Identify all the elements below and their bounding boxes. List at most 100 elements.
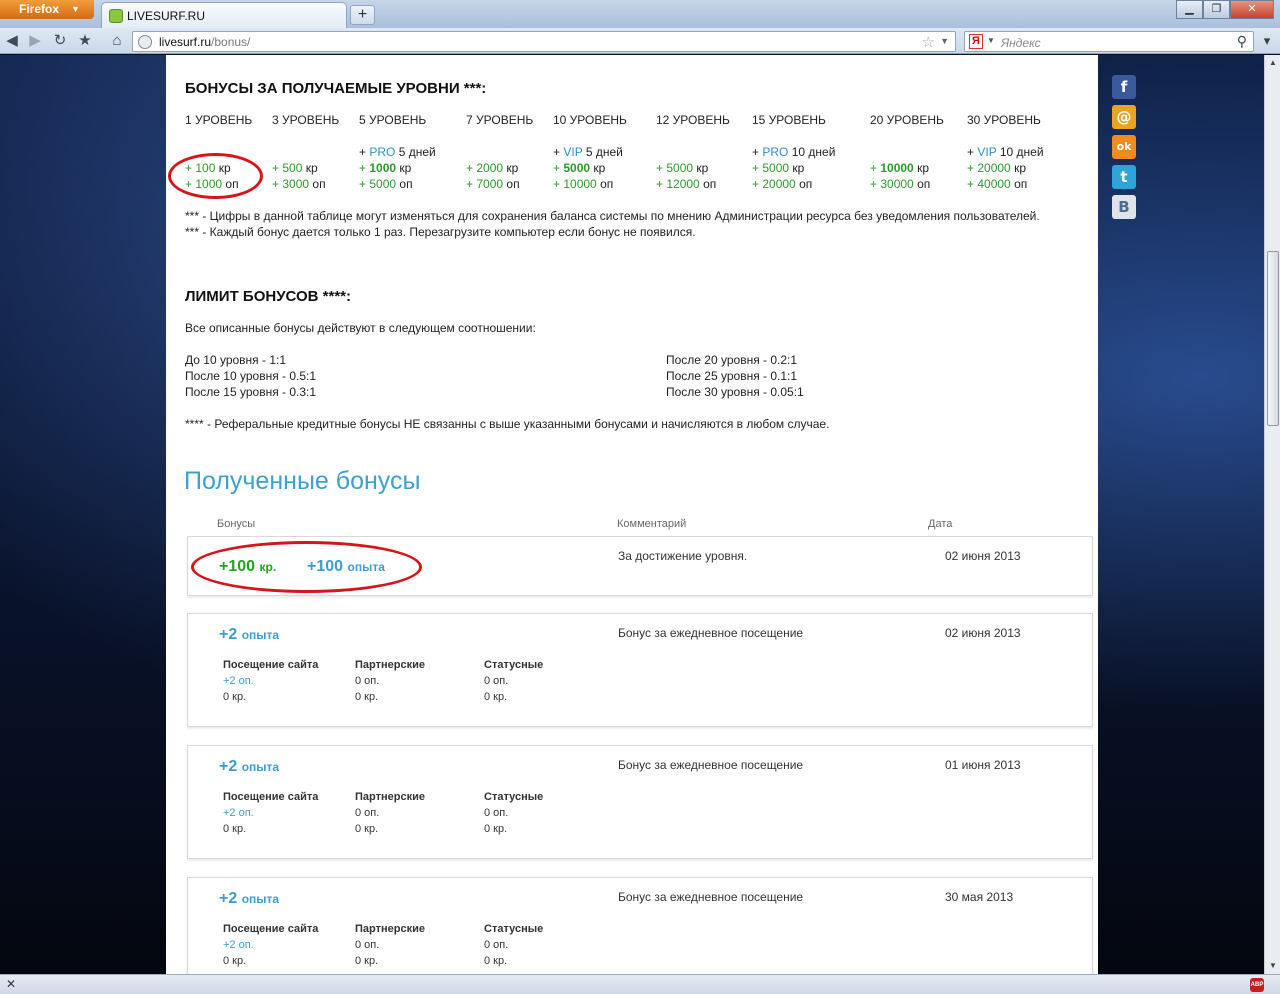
sub-head-visit: Посещение сайта — [223, 923, 319, 935]
bonus-card-daily: +2 опыта Бонус за ежедневное посещение 02 … — [187, 613, 1093, 727]
daily-experience-amount: +2 опыта — [219, 626, 280, 643]
sub-head-status: Статусные — [484, 791, 544, 803]
partner-credits: 0 кр. — [355, 823, 379, 835]
bonus-date: 01 июня 2013 — [945, 758, 1021, 772]
back-icon[interactable]: ◀ — [2, 31, 22, 51]
level-credits-bonus: + 500 кр — [272, 161, 318, 175]
partner-credits: 0 кр. — [355, 691, 379, 703]
home-icon[interactable]: ⌂ — [107, 31, 127, 51]
minimize-icon[interactable]: ▁ — [1176, 0, 1203, 19]
status-experience: 0 оп. — [484, 939, 509, 951]
forward-icon[interactable]: ▶ — [25, 31, 45, 51]
level-credits-bonus: + 2000 кр — [466, 161, 519, 175]
bonus-date: 02 июня 2013 — [945, 549, 1021, 563]
main-content: БОНУСЫ ЗА ПОЛУЧАЕМЫЕ УРОВНИ ***: 1 УРОВЕ… — [166, 55, 1098, 974]
scrollbar-thumb[interactable] — [1267, 251, 1279, 426]
col-head-comment: Комментарий — [617, 518, 687, 530]
firefox-menu-label: Firefox — [19, 2, 60, 16]
mail-ru-icon[interactable]: @ — [1112, 105, 1136, 129]
bonus-comment: Бонус за ежедневное посещение — [618, 758, 804, 772]
navigation-toolbar: ◀ ▶ ↻ ★ ⌂ livesurf.ru/bonus/ ☆ ▼ Я ▼ Янд… — [0, 28, 1280, 54]
search-icon[interactable]: ⚲ — [1237, 33, 1247, 50]
col-head-bonus: Бонусы — [217, 518, 256, 530]
limits-intro: Все описанные бонусы действуют в следующ… — [185, 321, 536, 335]
level-header: 3 УРОВЕНЬ — [272, 113, 340, 127]
facebook-icon[interactable]: f — [1112, 75, 1136, 99]
sub-head-visit: Посещение сайта — [223, 791, 319, 803]
twitter-icon[interactable]: t — [1112, 165, 1136, 189]
partner-experience: 0 оп. — [355, 939, 380, 951]
level-credits-bonus: + 5000 кр — [752, 161, 805, 175]
level-credits-bonus: + 10000 кр — [870, 161, 930, 175]
limit-right-2: После 25 уровня - 0.1:1 — [666, 369, 798, 383]
received-bonuses-title: Полученные бонусы — [184, 467, 421, 495]
scroll-down-icon[interactable]: ▼ — [1265, 958, 1280, 974]
bonus-date: 02 июня 2013 — [945, 626, 1021, 640]
bookmark-star-icon[interactable]: ☆ — [922, 33, 935, 51]
partner-experience: 0 оп. — [355, 807, 380, 819]
bookmarks-icon[interactable]: ★ — [75, 31, 95, 51]
level-header: 15 УРОВЕНЬ — [752, 113, 826, 127]
limit-left-1: До 10 уровня - 1:1 — [185, 353, 287, 367]
address-bar[interactable]: livesurf.ru/bonus/ ☆ ▼ — [132, 31, 956, 52]
window-controls: ▁ ❐ ✕ — [1176, 0, 1274, 19]
level-experience-bonus: + 12000 оп — [656, 177, 717, 191]
level-header: 7 УРОВЕНЬ — [466, 113, 534, 127]
engine-dropdown-icon[interactable]: ▼ — [987, 36, 995, 45]
url-dropdown-icon[interactable]: ▼ — [940, 36, 949, 46]
new-tab-button[interactable]: + — [350, 5, 375, 25]
vertical-scrollbar[interactable]: ▲ ▼ — [1264, 55, 1280, 974]
visit-credits: 0 кр. — [223, 691, 247, 703]
bonus-card-daily: +2 опыта Бонус за ежедневное посещение 01 … — [187, 745, 1093, 859]
odnoklassniki-icon[interactable]: ok — [1112, 135, 1136, 159]
search-field[interactable]: Я ▼ Яндекс ⚲ — [964, 31, 1254, 52]
limits-title: ЛИМИТ БОНУСОВ ****: — [185, 288, 351, 305]
tab-livesurf[interactable]: LIVESURF.RU — [101, 2, 347, 28]
visit-experience: +2 оп. — [223, 675, 254, 687]
level-header: 20 УРОВЕНЬ — [870, 113, 944, 127]
level-status-bonus: + VIP 5 дней — [553, 145, 623, 159]
status-credits: 0 кр. — [484, 823, 508, 835]
sub-head-partner: Партнерские — [355, 923, 425, 935]
firefox-menu-button[interactable]: Firefox ▼ — [0, 0, 94, 19]
scroll-up-icon[interactable]: ▲ — [1265, 55, 1280, 71]
visit-credits: 0 кр. — [223, 955, 247, 967]
level-experience-bonus: + 10000 оп — [553, 177, 614, 191]
sub-head-partner: Партнерские — [355, 791, 425, 803]
yandex-engine-icon[interactable]: Я — [969, 34, 983, 49]
maximize-icon[interactable]: ❐ — [1203, 0, 1230, 19]
vkontakte-icon[interactable]: В — [1112, 195, 1136, 219]
level-credits-bonus: + 5000 кр — [656, 161, 709, 175]
col-head-date: Дата — [928, 518, 953, 530]
level-credits-bonus: + 1000 кр — [359, 161, 412, 175]
level-status-bonus: + PRO 10 дней — [752, 145, 836, 159]
adblock-icon[interactable]: ABP — [1250, 978, 1264, 992]
level-experience-bonus: + 3000 оп — [272, 177, 326, 191]
close-addon-bar-icon[interactable]: ✕ — [6, 977, 16, 991]
page-viewport: БОНУСЫ ЗА ПОЛУЧАЕМЫЕ УРОВНИ ***: 1 УРОВЕ… — [0, 55, 1264, 974]
reload-icon[interactable]: ↻ — [50, 31, 70, 51]
bonus-date: 30 мая 2013 — [945, 890, 1014, 904]
visit-experience: +2 оп. — [223, 807, 254, 819]
bonus-comment: За достижение уровня. — [618, 549, 748, 563]
status-experience: 0 оп. — [484, 807, 509, 819]
level-experience-bonus: + 20000 оп — [752, 177, 813, 191]
globe-icon — [138, 35, 152, 49]
search-placeholder: Яндекс — [1001, 36, 1041, 50]
toolbar-menu-icon[interactable]: ▾ — [1258, 33, 1276, 51]
close-window-icon[interactable]: ✕ — [1230, 0, 1274, 19]
bonus-comment: Бонус за ежедневное посещение — [618, 890, 804, 904]
site-favicon-icon — [109, 9, 123, 23]
visit-credits: 0 кр. — [223, 823, 247, 835]
limit-left-3: После 15 уровня - 0.3:1 — [185, 385, 317, 399]
levels-title: БОНУСЫ ЗА ПОЛУЧАЕМЫЕ УРОВНИ ***: — [185, 80, 487, 97]
limit-right-3: После 30 уровня - 0.05:1 — [666, 385, 804, 399]
bonus-comment: Бонус за ежедневное посещение — [618, 626, 804, 640]
annotation-ellipse-bonus — [191, 541, 422, 593]
level-header: 30 УРОВЕНЬ — [967, 113, 1041, 127]
sub-head-partner: Партнерские — [355, 659, 425, 671]
level-experience-bonus: + 40000 оп — [967, 177, 1028, 191]
levels-note-2: *** - Каждый бонус дается только 1 раз. … — [185, 225, 696, 239]
level-header: 12 УРОВЕНЬ — [656, 113, 730, 127]
status-experience: 0 оп. — [484, 675, 509, 687]
